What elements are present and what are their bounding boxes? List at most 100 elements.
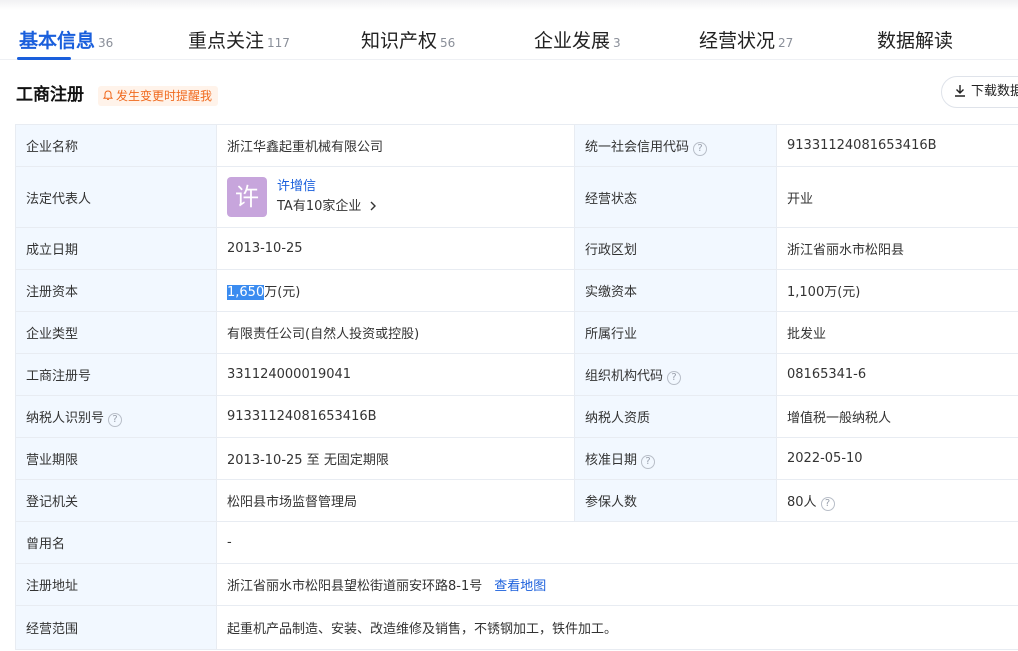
help-icon[interactable]: ?: [667, 370, 682, 385]
table-row: 营业期限 2013-10-25 至 无固定期限 核准日期? 2022-05-10: [15, 437, 1018, 480]
former-name-value: -: [216, 521, 1018, 564]
tab-count: 56: [440, 36, 456, 50]
legal-rep-label: 法定代表人: [15, 166, 217, 228]
bell-icon: [103, 90, 113, 100]
tab-ip[interactable]: 知识产权 56: [361, 28, 455, 56]
reg-capital-label: 注册资本: [15, 269, 217, 312]
status-label: 经营状态: [574, 166, 777, 228]
tab-count: 36: [98, 36, 114, 50]
taxpayer-id-label-cell: 纳税人识别号?: [15, 395, 217, 438]
insured-value: 80人: [787, 494, 817, 510]
credit-code-label: 统一社会信用代码: [585, 139, 690, 155]
company-name-label: 企业名称: [15, 124, 217, 167]
org-code-label: 组织机构代码: [585, 368, 664, 384]
scope-value: 起重机产品制造、安装、改造维修及销售，不锈钢加工，铁件加工。: [216, 605, 1018, 650]
table-row: 经营范围 起重机产品制造、安装、改造维修及销售，不锈钢加工，铁件加工。: [15, 605, 1018, 650]
org-code-value: 08165341-6: [776, 353, 1018, 396]
approval-date-label: 核准日期: [585, 452, 638, 468]
legal-rep-name-link[interactable]: 许增信: [277, 177, 377, 197]
address-value: 浙江省丽水市松阳县望松街道丽安环路8-1号: [227, 579, 483, 594]
address-cell: 浙江省丽水市松阳县望松街道丽安环路8-1号 查看地图: [216, 563, 1018, 606]
term-value: 2013-10-25 至 无固定期限: [216, 437, 575, 480]
paid-capital-value: 1,100万(元): [776, 269, 1018, 312]
tab-operations[interactable]: 经营状况 27: [699, 28, 793, 56]
tab-label: 基本信息: [19, 30, 96, 52]
tab-count: 27: [778, 36, 794, 50]
help-icon[interactable]: ?: [641, 454, 656, 469]
download-icon: [955, 85, 965, 97]
help-icon[interactable]: ?: [820, 496, 835, 511]
authority-label: 登记机关: [15, 479, 217, 522]
status-value: 开业: [776, 166, 1018, 228]
reg-number-value: 331124000019041: [216, 353, 575, 396]
active-tab-indicator: [17, 57, 71, 60]
tab-key-focus[interactable]: 重点关注 117: [188, 28, 290, 56]
tab-label: 重点关注: [188, 30, 265, 52]
scope-label: 经营范围: [15, 605, 217, 650]
tab-bar: 基本信息 36 重点关注 117 知识产权 56 企业发展 3 经营状况 27 数据解读: [0, 18, 1018, 60]
legal-rep-cell: 许 许增信 TA有10家企业: [216, 166, 575, 228]
avatar[interactable]: 许: [227, 177, 267, 217]
tab-label: 经营状况: [699, 30, 776, 52]
tab-count: 117: [267, 36, 290, 50]
reg-capital-unit: 万(元): [264, 285, 301, 300]
download-label: 下载数据: [971, 84, 1018, 99]
former-name-label: 曾用名: [15, 521, 217, 564]
company-type-value: 有限责任公司(自然人投资或控股): [216, 311, 575, 354]
insured-cell: 80人?: [776, 479, 1018, 522]
tab-data-insight[interactable]: 数据解读: [877, 28, 953, 54]
view-map-link[interactable]: 查看地图: [494, 579, 546, 594]
top-shadow: [0, 0, 1018, 10]
table-row: 登记机关 松阳县市场监督管理局 参保人数 80人?: [15, 479, 1018, 522]
reg-capital-cell: 1,650万(元): [216, 269, 575, 312]
industry-value: 批发业: [776, 311, 1018, 354]
table-row: 纳税人识别号? 91331124081653416B 纳税人资质 增值税一般纳税…: [15, 395, 1018, 438]
table-row: 工商注册号 331124000019041 组织机构代码? 08165341-6: [15, 353, 1018, 396]
term-label: 营业期限: [15, 437, 217, 480]
tab-development[interactable]: 企业发展 3: [534, 28, 621, 56]
reg-number-label: 工商注册号: [15, 353, 217, 396]
tab-label: 知识产权: [361, 30, 438, 52]
tab-label: 企业发展: [534, 30, 611, 52]
business-registration-table: 企业名称 浙江华鑫起重机械有限公司 统一社会信用代码? 913311240816…: [15, 124, 1018, 650]
region-label: 行政区划: [574, 227, 777, 270]
industry-label: 所属行业: [574, 311, 777, 354]
tab-count: 3: [613, 36, 621, 50]
approval-date-label-cell: 核准日期?: [574, 437, 777, 480]
table-row: 曾用名 -: [15, 521, 1018, 564]
help-icon[interactable]: ?: [108, 412, 123, 427]
table-row: 注册资本 1,650万(元) 实缴资本 1,100万(元): [15, 269, 1018, 312]
org-code-label-cell: 组织机构代码?: [574, 353, 777, 396]
table-row: 成立日期 2013-10-25 行政区划 浙江省丽水市松阳县: [15, 227, 1018, 270]
taxpayer-id-value: 91331124081653416B: [216, 395, 575, 438]
chevron-right-icon: [370, 201, 376, 211]
reg-capital-number: 1,650: [227, 285, 265, 300]
insured-label: 参保人数: [574, 479, 777, 522]
related-companies-link[interactable]: TA有10家企业: [277, 197, 377, 217]
paid-capital-label: 实缴资本: [574, 269, 777, 312]
approval-date-value: 2022-05-10: [776, 437, 1018, 480]
taxpayer-qual-value: 增值税一般纳税人: [776, 395, 1018, 438]
company-name-value: 浙江华鑫起重机械有限公司: [216, 124, 575, 167]
founded-value: 2013-10-25: [216, 227, 575, 270]
company-type-label: 企业类型: [15, 311, 217, 354]
founded-label: 成立日期: [15, 227, 217, 270]
table-row: 法定代表人 许 许增信 TA有10家企业 经营状态 开业: [15, 166, 1018, 228]
download-data-button[interactable]: 下载数据: [941, 76, 1018, 108]
tab-label: 数据解读: [877, 30, 954, 52]
change-alert-button[interactable]: 发生变更时提醒我: [98, 86, 219, 106]
related-companies-label: TA有10家企业: [277, 199, 362, 214]
taxpayer-id-label: 纳税人识别号: [26, 410, 105, 426]
change-alert-label: 发生变更时提醒我: [116, 89, 213, 103]
address-label: 注册地址: [15, 563, 217, 606]
table-row: 企业名称 浙江华鑫起重机械有限公司 统一社会信用代码? 913311240816…: [15, 124, 1018, 167]
credit-code-label-cell: 统一社会信用代码?: [574, 124, 777, 167]
taxpayer-qual-label: 纳税人资质: [574, 395, 777, 438]
table-row: 企业类型 有限责任公司(自然人投资或控股) 所属行业 批发业: [15, 311, 1018, 354]
authority-value: 松阳县市场监督管理局: [216, 479, 575, 522]
help-icon[interactable]: ?: [693, 141, 708, 156]
section-title: 工商注册: [16, 85, 84, 105]
table-row: 注册地址 浙江省丽水市松阳县望松街道丽安环路8-1号 查看地图: [15, 563, 1018, 606]
tab-basic-info[interactable]: 基本信息 36: [19, 28, 113, 56]
credit-code-value: 91331124081653416B: [776, 124, 1018, 167]
